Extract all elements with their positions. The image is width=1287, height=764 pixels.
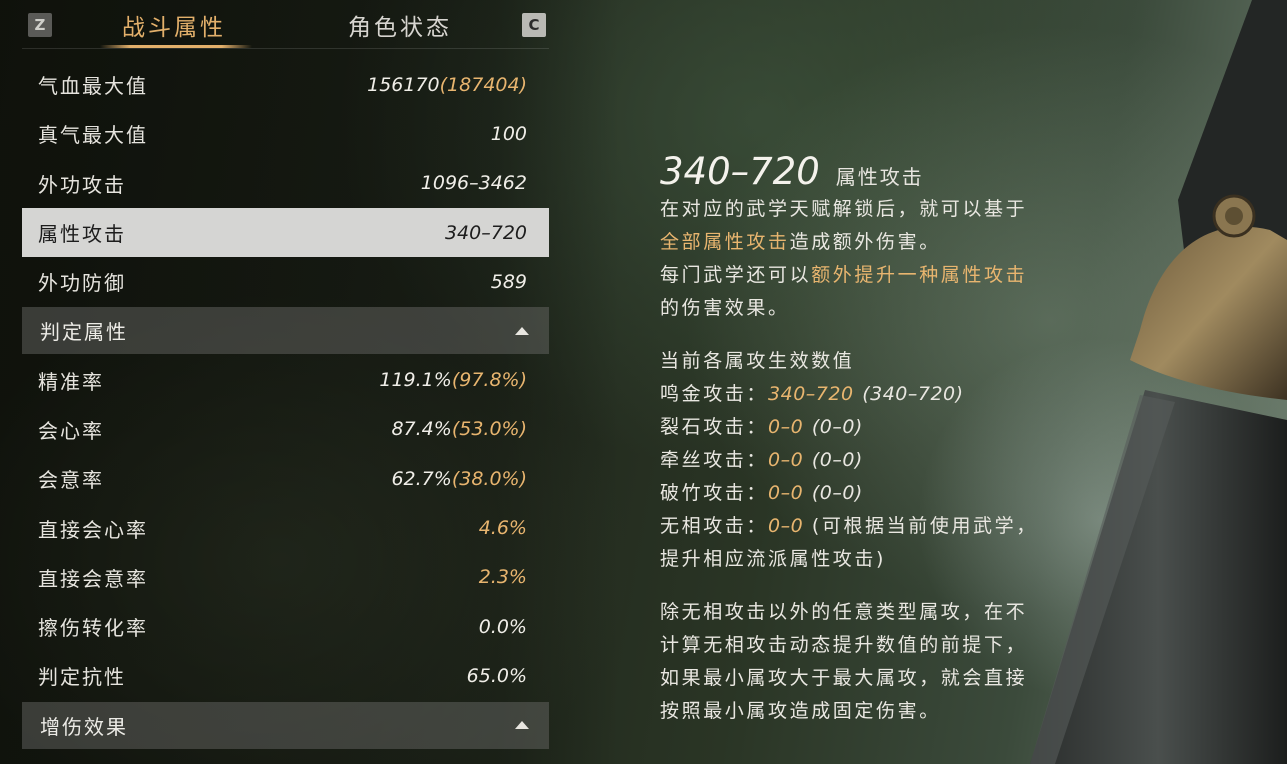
stat-label: 会心率 xyxy=(38,418,104,443)
stat-label: 直接会意率 xyxy=(38,566,148,591)
section-title: 增伤效果 xyxy=(40,714,128,739)
detail-text: 按照最小属攻造成固定伤害。 xyxy=(660,700,941,722)
section-damage-bonus[interactable]: 增伤效果 xyxy=(22,701,549,749)
stat-row-direct-crit-rate[interactable]: 直接会心率 4.6% xyxy=(22,503,549,552)
stat-label: 真气最大值 xyxy=(38,123,148,148)
stat-label: 气血最大值 xyxy=(38,74,148,99)
section-title: 判定属性 xyxy=(40,320,128,345)
stat-value: 589 xyxy=(490,270,527,293)
stat-list: 气血最大值 156170(187404) 真气最大值 100 外功攻击 1096… xyxy=(22,60,549,750)
element-row-wuxiang: 无相攻击：0–0 (可根据当前使用武学， xyxy=(660,515,1038,537)
element-row-pozhu: 破竹攻击：0–0 (0–0) xyxy=(660,482,863,504)
detail-header: 340–720 属性攻击 xyxy=(660,150,1100,193)
detail-subtitle: 当前各属攻生效数值 xyxy=(660,350,855,372)
detail-text: 的伤害效果。 xyxy=(660,297,790,319)
stat-value: 0.0% xyxy=(478,615,527,638)
stat-value: 87.4%(53.0%) xyxy=(391,418,527,441)
stat-label: 判定抗性 xyxy=(38,665,126,690)
detail-value: 340–720 xyxy=(660,150,820,193)
attribute-detail-panel: 340–720 属性攻击 在对应的武学天赋解锁后，就可以基于 全部属性攻击造成额… xyxy=(660,150,1100,728)
stat-row-intent-rate[interactable]: 会意率 62.7%(38.0%) xyxy=(22,454,549,503)
stat-row-external-attack[interactable]: 外功攻击 1096–3462 xyxy=(22,159,549,208)
stat-row-max-qi[interactable]: 真气最大值 100 xyxy=(22,109,549,158)
stat-label: 外功防御 xyxy=(38,271,126,296)
detail-title: 属性攻击 xyxy=(835,165,924,189)
detail-text: 在对应的武学天赋解锁后，就可以基于 xyxy=(660,198,1028,220)
stat-value: 1096–3462 xyxy=(420,172,527,195)
element-row-lieshi: 裂石攻击：0–0 (0–0) xyxy=(660,416,863,438)
stat-label: 精准率 xyxy=(38,369,104,394)
stat-row-precision[interactable]: 精准率 119.1%(97.8%) xyxy=(22,355,549,404)
stat-row-attribute-attack[interactable]: 属性攻击 340–720 xyxy=(22,207,549,258)
stat-value: 65.0% xyxy=(466,664,527,687)
collapse-arrow-icon[interactable] xyxy=(515,721,529,730)
stat-label: 擦伤转化率 xyxy=(38,616,148,641)
detail-text: 除无相攻击以外的任意类型属攻，在不 xyxy=(660,601,1028,623)
stat-label: 外功攻击 xyxy=(38,172,126,197)
stat-label: 属性攻击 xyxy=(38,222,126,247)
stat-label: 直接会心率 xyxy=(38,517,148,542)
stat-value: 119.1%(97.8%) xyxy=(379,369,527,392)
detail-text: 如果最小属攻大于最大属攻，就会直接 xyxy=(660,667,1028,689)
stat-row-judge-resistance[interactable]: 判定抗性 65.0% xyxy=(22,651,549,700)
stat-row-direct-intent-rate[interactable]: 直接会意率 2.3% xyxy=(22,553,549,602)
next-tab-key[interactable]: C xyxy=(522,13,546,37)
detail-text: 提升相应流派属性攻击) xyxy=(660,548,887,570)
detail-text: 每门武学还可以额外提升一种属性攻击 xyxy=(660,264,1028,286)
stat-row-graze-conversion[interactable]: 擦伤转化率 0.0% xyxy=(22,602,549,651)
stat-value: 62.7%(38.0%) xyxy=(391,467,527,490)
tab-combat-attributes[interactable]: 战斗属性 xyxy=(122,8,226,42)
stat-row-external-defense[interactable]: 外功防御 589 xyxy=(22,257,549,306)
stat-value: 156170(187404) xyxy=(367,73,527,96)
element-row-mingjin: 鸣金攻击：340–720 (340–720) xyxy=(660,383,964,405)
stat-value: 2.3% xyxy=(478,566,527,589)
stat-value: 340–720 xyxy=(444,221,527,244)
stat-row-crit-rate[interactable]: 会心率 87.4%(53.0%) xyxy=(22,405,549,454)
prev-tab-key[interactable]: Z xyxy=(28,13,52,37)
section-judge-attributes[interactable]: 判定属性 xyxy=(22,307,549,355)
element-row-qiansi: 牵丝攻击：0–0 (0–0) xyxy=(660,449,863,471)
stat-value: 4.6% xyxy=(478,517,527,540)
stat-value: 100 xyxy=(490,122,527,145)
tab-bar: Z 战斗属性 角色状态 C xyxy=(22,0,549,49)
stat-label: 会意率 xyxy=(38,468,104,493)
tab-character-status[interactable]: 角色状态 xyxy=(348,8,452,42)
collapse-arrow-icon[interactable] xyxy=(515,326,529,335)
active-tab-underline xyxy=(100,45,252,48)
detail-text: 计算无相攻击动态提升数值的前提下， xyxy=(660,634,1028,656)
stat-row-max-hp[interactable]: 气血最大值 156170(187404) xyxy=(22,60,549,109)
detail-text: 全部属性攻击造成额外伤害。 xyxy=(660,231,941,253)
